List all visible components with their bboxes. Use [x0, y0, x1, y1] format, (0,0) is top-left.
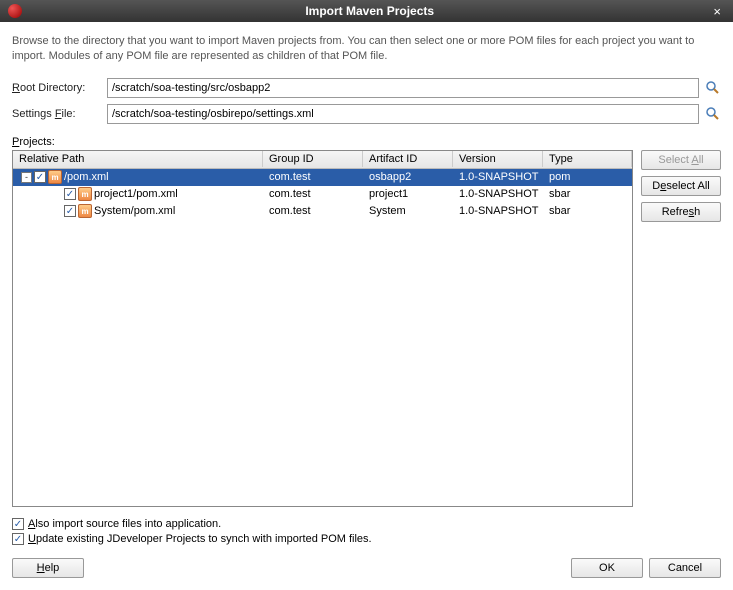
also-import-option: ✓ Also import source files into applicat… — [12, 518, 721, 530]
dialog-body: Browse to the directory that you want to… — [0, 22, 733, 590]
close-icon[interactable]: × — [709, 4, 725, 19]
table-row[interactable]: -✓m/pom.xml com.testosbapp21.0-SNAPSHOTpo… — [13, 169, 632, 186]
row-group: com.test — [263, 187, 363, 201]
dialog-description: Browse to the directory that you want to… — [12, 34, 721, 64]
col-group-id[interactable]: Group ID — [263, 151, 363, 167]
row-checkbox[interactable]: ✓ — [64, 188, 76, 200]
update-existing-checkbox[interactable]: ✓ — [12, 533, 24, 545]
row-version: 1.0-SNAPSHOT — [453, 187, 543, 201]
row-version: 1.0-SNAPSHOT — [453, 170, 543, 184]
row-group: com.test — [263, 170, 363, 184]
refresh-button[interactable]: Refresh — [641, 202, 721, 222]
side-buttons: Select All Deselect All Refresh — [641, 150, 721, 507]
row-artifact: osbapp2 — [363, 170, 453, 184]
row-checkbox[interactable]: ✓ — [34, 171, 46, 183]
row-artifact: project1 — [363, 187, 453, 201]
pom-file-icon: m — [78, 204, 92, 218]
update-existing-label: Update existing JDeveloper Projects to s… — [28, 533, 372, 545]
row-type: pom — [543, 170, 632, 184]
row-type: sbar — [543, 204, 632, 218]
deselect-all-button[interactable]: Deselect All — [641, 176, 721, 196]
row-group: com.test — [263, 204, 363, 218]
projects-tree[interactable]: Relative Path Group ID Artifact ID Versi… — [12, 150, 633, 507]
browse-settings-file-icon[interactable] — [705, 106, 721, 122]
settings-file-label: Settings File: — [12, 108, 107, 120]
row-path: project1/pom.xml — [94, 188, 178, 200]
tree-header: Relative Path Group ID Artifact ID Versi… — [13, 151, 632, 169]
settings-file-input[interactable] — [107, 104, 699, 124]
row-checkbox[interactable]: ✓ — [64, 205, 76, 217]
browse-root-directory-icon[interactable] — [705, 80, 721, 96]
table-row[interactable]: ✓mSystem/pom.xml com.testSystem1.0-SNAPSH… — [13, 203, 632, 220]
main-area: Relative Path Group ID Artifact ID Versi… — [12, 150, 721, 507]
pom-file-icon: m — [78, 187, 92, 201]
row-path: /pom.xml — [64, 171, 109, 183]
window-title: Import Maven Projects — [30, 4, 709, 18]
row-path: System/pom.xml — [94, 205, 175, 217]
row-type: sbar — [543, 187, 632, 201]
root-directory-input[interactable] — [107, 78, 699, 98]
titlebar: Import Maven Projects × — [0, 0, 733, 22]
update-existing-option: ✓ Update existing JDeveloper Projects to… — [12, 533, 721, 545]
also-import-label: Also import source files into applicatio… — [28, 518, 221, 530]
projects-label: Projects: — [12, 136, 721, 148]
root-directory-row: Root Directory: — [12, 78, 721, 98]
row-version: 1.0-SNAPSHOT — [453, 204, 543, 218]
app-icon — [8, 4, 22, 18]
help-button[interactable]: Help — [12, 558, 84, 578]
row-artifact: System — [363, 204, 453, 218]
footer: Help OK Cancel — [12, 558, 721, 578]
pom-file-icon: m — [48, 170, 62, 184]
tree-expander-icon[interactable]: - — [21, 172, 32, 183]
cancel-button[interactable]: Cancel — [649, 558, 721, 578]
settings-file-row: Settings File: — [12, 104, 721, 124]
col-relative-path[interactable]: Relative Path — [13, 151, 263, 167]
col-type[interactable]: Type — [543, 151, 632, 167]
ok-button[interactable]: OK — [571, 558, 643, 578]
root-directory-label: Root Directory: — [12, 82, 107, 94]
also-import-checkbox[interactable]: ✓ — [12, 518, 24, 530]
select-all-button[interactable]: Select All — [641, 150, 721, 170]
options: ✓ Also import source files into applicat… — [12, 515, 721, 548]
col-artifact-id[interactable]: Artifact ID — [363, 151, 453, 167]
table-row[interactable]: ✓mproject1/pom.xml com.testproject11.0-SN… — [13, 186, 632, 203]
col-version[interactable]: Version — [453, 151, 543, 167]
